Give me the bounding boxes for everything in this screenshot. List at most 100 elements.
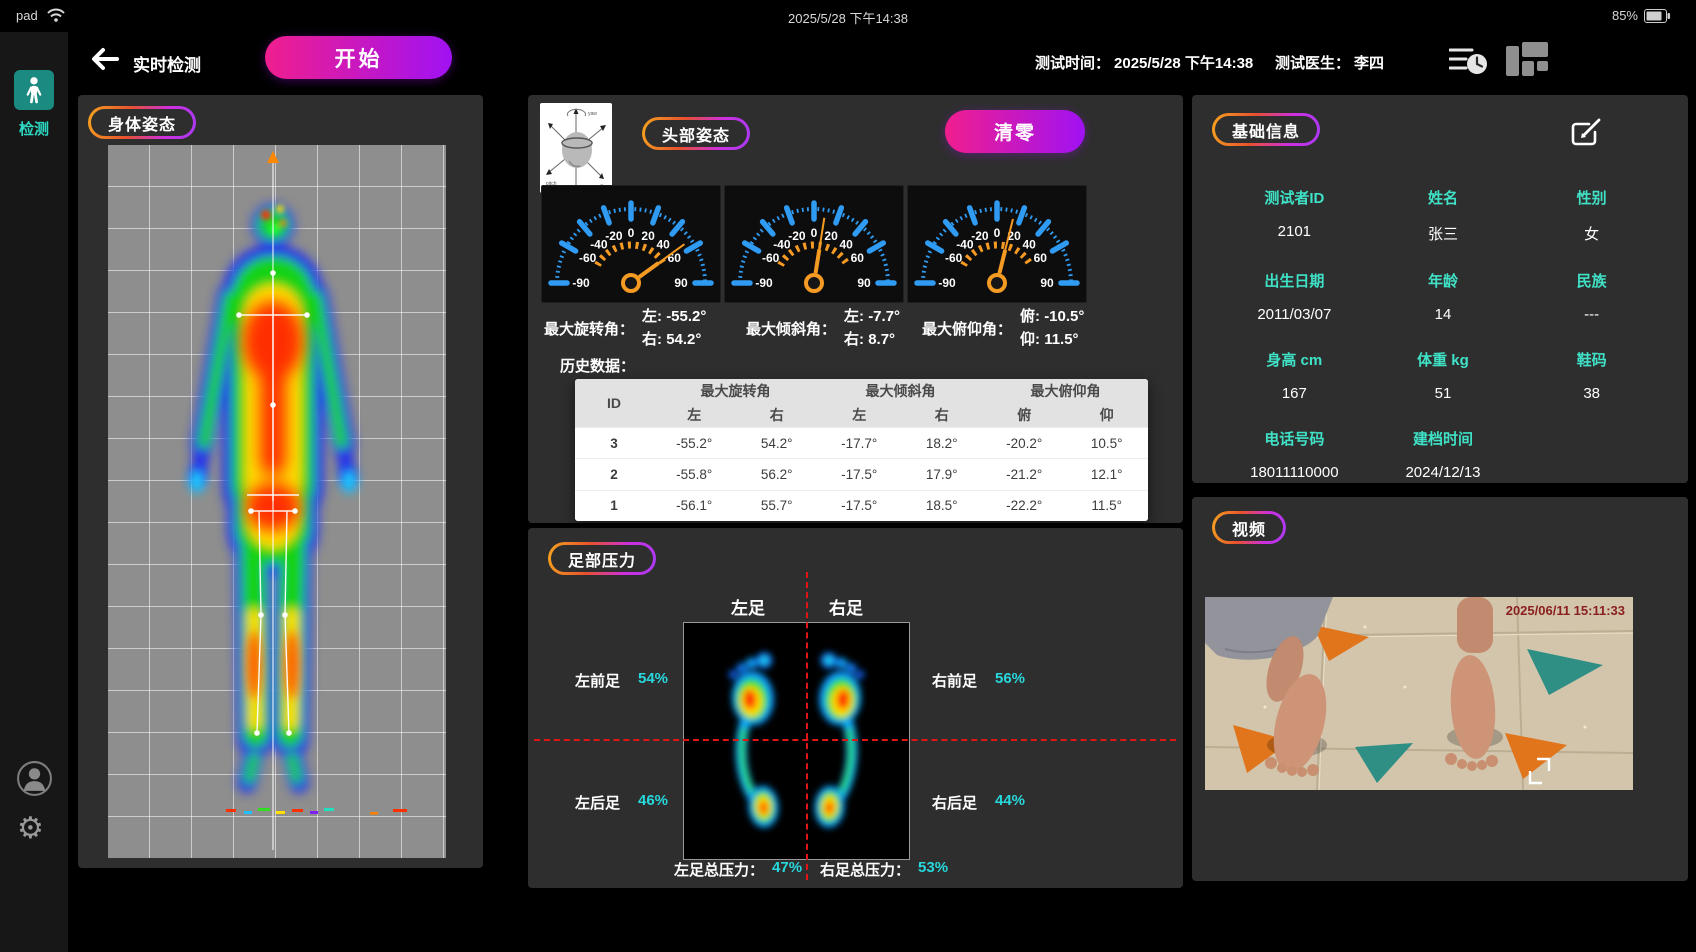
back-button[interactable] [88, 45, 120, 73]
right-total-pressure: 右足总压力：53% [820, 859, 948, 880]
info-field: 民族--- [1517, 270, 1666, 323]
info-field: 建档时间2024/12/13 [1369, 428, 1518, 481]
svg-text:0: 0 [628, 226, 635, 240]
right-rearfoot-value: 44% [995, 792, 1025, 809]
svg-text:-90: -90 [938, 276, 956, 290]
rotation-values: 最大旋转角： 左: -55.2° 右: 54.2° [544, 305, 706, 351]
rotation-label: 最大旋转角： [544, 318, 634, 339]
right-forefoot-value: 56% [995, 670, 1025, 687]
foot-pressure-pill: 足部压力 [548, 542, 656, 575]
battery-icon [1644, 9, 1670, 23]
status-bar: pad 2025/5/28 下午14:38 85% [0, 0, 1696, 32]
svg-text:60: 60 [1034, 251, 1048, 265]
head-posture-panel: yaw pitch roll 头部姿态 清零 -90-60-40-2002040… [528, 95, 1183, 523]
svg-text:-60: -60 [579, 251, 597, 265]
info-field: 鞋码38 [1517, 349, 1666, 402]
edit-icon[interactable] [1570, 115, 1604, 149]
left-total-pressure: 左足总压力：47% [674, 859, 802, 880]
info-field: 体重 kg51 [1369, 349, 1518, 402]
svg-text:-90: -90 [755, 276, 773, 290]
right-foot-header: 右足 [829, 594, 863, 619]
head-posture-pill: 头部姿态 [642, 117, 750, 150]
left-forefoot-value: 54% [638, 670, 668, 687]
gauge-pitch: -90-60-40-20020406090 [907, 185, 1087, 303]
gauge-rotation: -90-60-40-20020406090 [541, 185, 721, 303]
svg-text:20: 20 [641, 229, 655, 243]
start-button[interactable]: 开始 [265, 36, 452, 79]
svg-text:90: 90 [1040, 276, 1054, 290]
statusbar-datetime: 2025/5/28 下午14:38 [788, 8, 908, 27]
foot-pressure-panel: 足部压力 左足 右足 左前足 [528, 528, 1183, 888]
svg-text:60: 60 [668, 251, 682, 265]
info-field: 年龄14 [1369, 270, 1518, 323]
svg-text:40: 40 [1022, 238, 1036, 252]
left-foot-header: 左足 [731, 594, 765, 619]
svg-text:40: 40 [656, 238, 670, 252]
reset-button[interactable]: 清零 [945, 110, 1085, 153]
pitch-values: 最大俯仰角： 俯: -10.5° 仰: 11.5° [922, 305, 1084, 351]
svg-text:-60: -60 [945, 251, 963, 265]
video-panel: 视频 [1192, 497, 1688, 881]
foot-heatmap [683, 622, 910, 860]
basic-info-pill: 基础信息 [1212, 113, 1320, 146]
test-time-value: 2025/5/28 下午14:38 [1114, 52, 1253, 73]
svg-text:20: 20 [824, 229, 838, 243]
video-frame[interactable]: 2025/06/11 15:11:33 [1205, 597, 1633, 790]
svg-text:90: 90 [857, 276, 871, 290]
right-forefoot-label: 右前足 [932, 670, 977, 691]
svg-text:60: 60 [851, 251, 865, 265]
info-field: 姓名张三 [1369, 187, 1518, 244]
basic-info-panel: 基础信息 测试者ID2101姓名张三性别女出生日期2011/03/07年龄14民… [1192, 95, 1688, 483]
sidebar: 检测 ⚙ [0, 32, 68, 952]
svg-text:40: 40 [839, 238, 853, 252]
pitch-label: 最大俯仰角： [922, 318, 1012, 339]
info-field: 身高 cm167 [1220, 349, 1369, 402]
device-label: pad [16, 8, 38, 23]
svg-text:-60: -60 [762, 251, 780, 265]
doctor-value: 李四 [1354, 52, 1384, 73]
test-time-label: 测试时间： [1035, 52, 1110, 73]
history-record-icon[interactable] [1449, 44, 1489, 76]
svg-text:-90: -90 [572, 276, 590, 290]
person-icon [23, 76, 45, 104]
profile-icon[interactable] [16, 760, 53, 797]
info-field: 出生日期2011/03/07 [1220, 270, 1369, 323]
svg-text:-20: -20 [605, 229, 623, 243]
svg-text:yaw: yaw [588, 111, 597, 117]
doctor: 测试医生： 李四 [1275, 52, 1384, 73]
settings-gear-icon[interactable]: ⚙ [17, 812, 44, 846]
crosshair-horizontal [534, 739, 1176, 741]
history-label: 历史数据： [560, 355, 635, 376]
wifi-icon [46, 6, 66, 23]
tilt-label: 最大倾斜角： [746, 318, 836, 339]
test-time: 测试时间： 2025/5/28 下午14:38 [1035, 52, 1253, 73]
page-title: 实时检测 [133, 51, 201, 76]
sidebar-item-detect[interactable] [14, 70, 54, 110]
layout-grid-icon[interactable] [1506, 42, 1548, 76]
info-field: 电话号码18011110000 [1220, 428, 1369, 481]
svg-text:-20: -20 [788, 229, 806, 243]
sidebar-detect-label: 检测 [0, 118, 68, 139]
head-axes-image: yaw pitch roll [540, 103, 612, 193]
body-thermal-image [108, 145, 446, 858]
battery-percent: 85% [1612, 8, 1638, 23]
info-field: 测试者ID2101 [1220, 187, 1369, 244]
right-rearfoot-label: 右后足 [932, 792, 977, 813]
info-grid: 测试者ID2101姓名张三性别女出生日期2011/03/07年龄14民族--- 身… [1220, 187, 1666, 481]
body-posture-pill: 身体姿态 [88, 106, 196, 139]
gauge-tilt: -90-60-40-20020406090 [724, 185, 904, 303]
video-pill: 视频 [1212, 511, 1286, 544]
video-timestamp: 2025/06/11 15:11:33 [1506, 603, 1625, 618]
doctor-label: 测试医生： [1275, 52, 1350, 73]
left-forefoot-label: 左前足 [575, 670, 620, 691]
svg-text:-20: -20 [971, 229, 989, 243]
svg-text:0: 0 [811, 226, 818, 240]
history-table: ID最大旋转角最大倾斜角最大俯仰角左右左右俯仰3-55.2°54.2°-17.7… [575, 379, 1148, 521]
svg-text:0: 0 [994, 226, 1001, 240]
tilt-values: 最大倾斜角： 左: -7.7° 右: 8.7° [746, 305, 900, 351]
info-field: 性别女 [1517, 187, 1666, 244]
body-posture-panel: 身体姿态 [78, 95, 483, 868]
left-rearfoot-label: 左后足 [575, 792, 620, 813]
svg-text:90: 90 [674, 276, 688, 290]
left-rearfoot-value: 46% [638, 792, 668, 809]
